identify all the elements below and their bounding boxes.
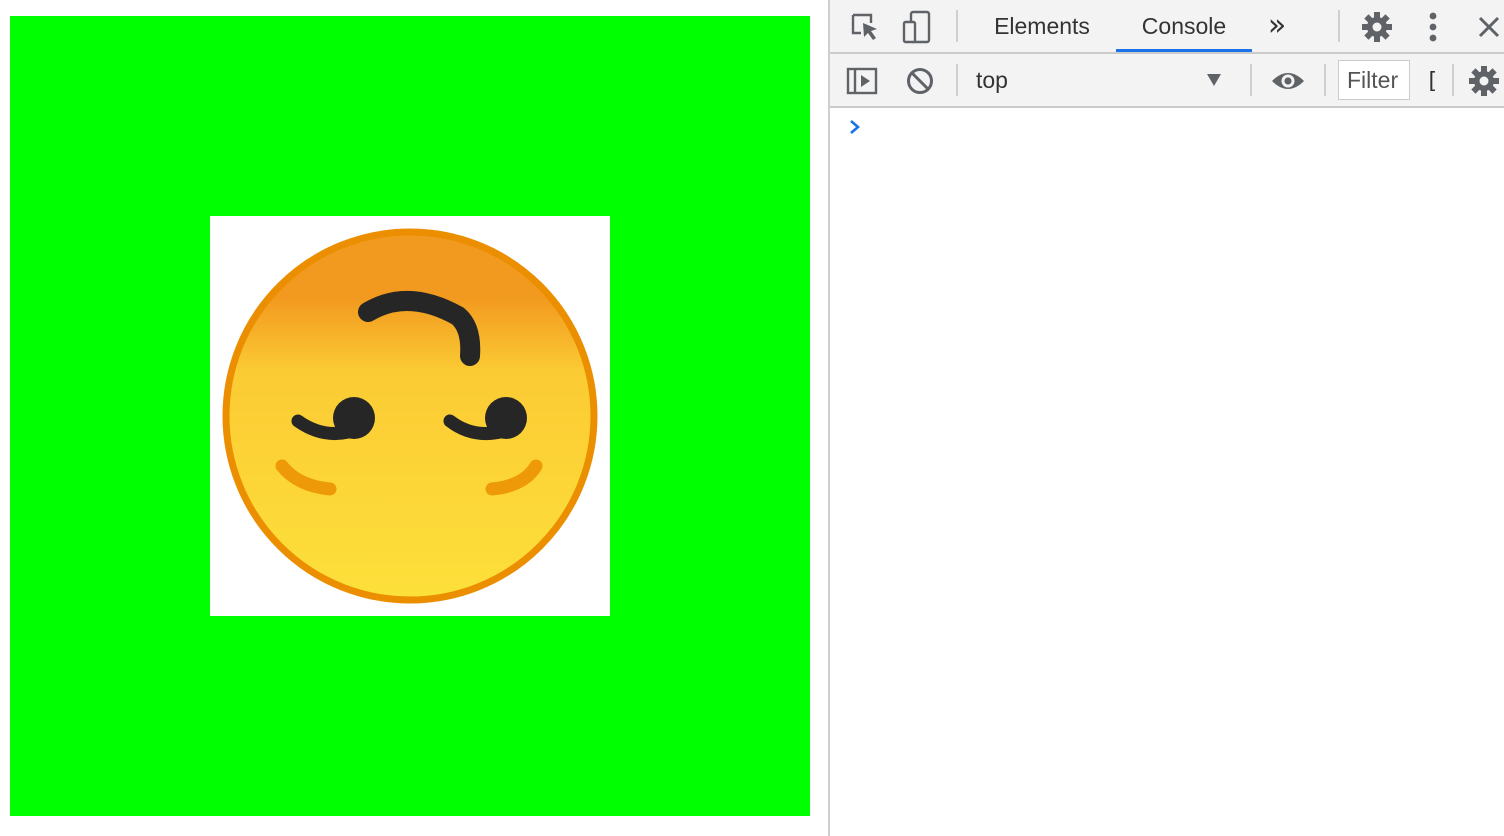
- emoji-left-pupil: [333, 397, 375, 439]
- clear-console-icon[interactable]: [902, 62, 938, 100]
- tab-elements[interactable]: Elements: [978, 0, 1106, 52]
- close-icon[interactable]: [1472, 8, 1504, 46]
- filter-input[interactable]: [1347, 66, 1409, 94]
- toolbar-separator: [1324, 64, 1326, 96]
- more-tabs-glyph: »: [1267, 8, 1287, 43]
- kebab-menu-icon[interactable]: [1418, 8, 1448, 46]
- gear-icon[interactable]: [1358, 8, 1396, 46]
- upside-down-smirk-face-emoji-icon: [222, 228, 598, 604]
- chevron-double-right-icon[interactable]: »: [1262, 6, 1292, 46]
- log-levels-dropdown[interactable]: [: [1422, 62, 1442, 100]
- emoji-image: [210, 216, 610, 616]
- show-console-sidebar-icon[interactable]: [844, 62, 880, 100]
- devtools-main-toolbar: Elements Console »: [830, 0, 1504, 54]
- page-viewport: [0, 0, 828, 836]
- tab-console[interactable]: Console: [1116, 0, 1252, 52]
- toolbar-separator: [956, 10, 958, 42]
- active-tab-indicator: [1116, 49, 1252, 52]
- console-toolbar: top [: [830, 54, 1504, 108]
- eye-icon[interactable]: [1266, 62, 1310, 100]
- context-selector-value: top: [976, 66, 1008, 93]
- devtools-panel: Elements Console » top Filter [: [828, 0, 1504, 836]
- toolbar-separator: [1338, 10, 1340, 42]
- triangle-down-icon: [1207, 74, 1221, 86]
- chevron-right-icon: [848, 118, 864, 138]
- emoji-right-pupil: [485, 397, 527, 439]
- context-selector[interactable]: top: [964, 58, 1234, 102]
- toolbar-separator: [956, 64, 958, 96]
- log-levels-label: [: [1425, 68, 1439, 94]
- console-output[interactable]: [830, 108, 1504, 836]
- toolbar-separator: [1250, 64, 1252, 96]
- tab-elements-label: Elements: [994, 12, 1090, 39]
- console-filter[interactable]: [1338, 60, 1410, 100]
- green-canvas: [10, 16, 810, 816]
- inspect-element-icon[interactable]: [846, 8, 884, 46]
- console-settings-gear-icon[interactable]: [1468, 62, 1504, 100]
- device-toolbar-icon[interactable]: [898, 8, 936, 46]
- tab-console-label: Console: [1141, 12, 1227, 39]
- toolbar-separator: [1452, 64, 1454, 96]
